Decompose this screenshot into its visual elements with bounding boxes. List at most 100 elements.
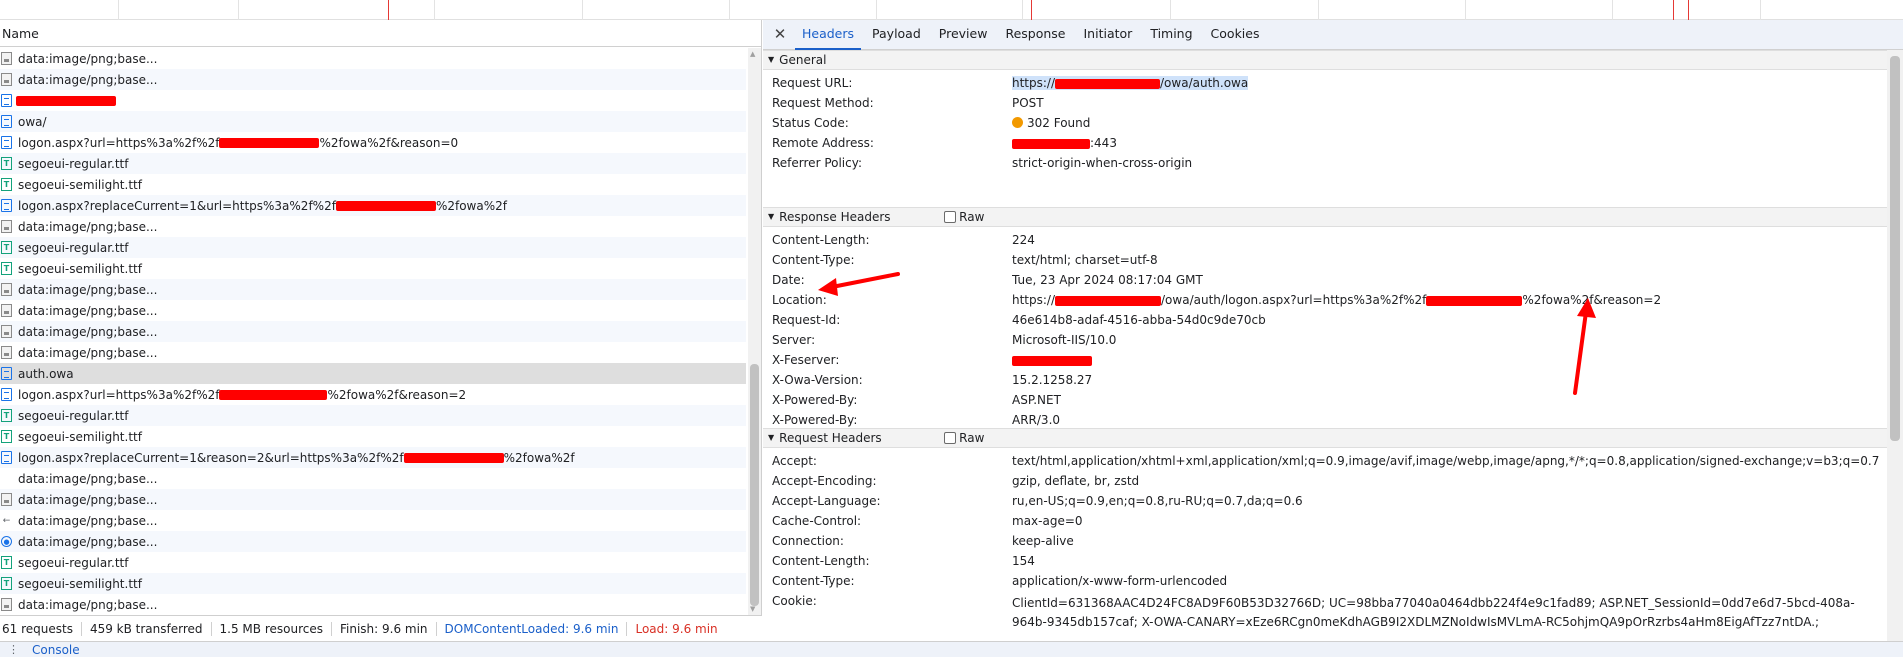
tab-response[interactable]: Response: [996, 19, 1074, 49]
network-timeline-overview[interactable]: [0, 0, 1903, 20]
request-row[interactable]: Tsegoeui-regular.ttf: [0, 405, 746, 426]
request-row[interactable]: Tsegoeui-semilight.ttf: [0, 174, 746, 195]
request-row[interactable]: [0, 90, 746, 111]
request-row[interactable]: data:image/png;base...: [0, 69, 746, 90]
request-url-value[interactable]: https:///owa/auth.owa: [1012, 76, 1249, 90]
font-file-icon: T: [1, 577, 12, 590]
request-name-suffix: %2fowa%2f: [503, 450, 575, 465]
request-row[interactable]: data:image/png;base...: [0, 300, 746, 321]
request-name: owa/: [18, 114, 47, 129]
collapse-triangle-icon: ▼: [768, 212, 775, 221]
redaction-mark: [219, 137, 320, 148]
timeline-gridline: [1612, 0, 1613, 20]
header-row: Connection: keep-alive: [763, 531, 1887, 551]
request-row[interactable]: Tsegoeui-semilight.ttf: [0, 573, 746, 594]
header-row: Cache-Control: max-age=0: [763, 511, 1887, 531]
header-key: X-Feserver:: [772, 353, 840, 367]
document-file-icon: [1, 94, 12, 107]
redaction-mark: [1012, 355, 1092, 366]
raw-checkbox[interactable]: [944, 211, 957, 223]
close-icon[interactable]: ✕: [767, 19, 793, 49]
header-value: 15.2.1258.27: [1012, 373, 1093, 387]
request-row[interactable]: Tsegoeui-semilight.ttf: [0, 426, 746, 447]
header-value: strict-origin-when-cross-origin: [1012, 156, 1193, 170]
request-row[interactable]: logon.aspx?replaceCurrent=1&reason=2&url…: [0, 447, 746, 468]
header-value: Microsoft-IIS/10.0: [1012, 333, 1117, 347]
request-row[interactable]: Tsegoeui-regular.ttf: [0, 237, 746, 258]
scrollbar-thumb[interactable]: [750, 364, 759, 606]
tab-preview[interactable]: Preview: [930, 19, 997, 49]
header-value: max-age=0: [1012, 514, 1083, 528]
request-row[interactable]: owa/: [0, 111, 746, 132]
response-headers-title: Response Headers: [779, 210, 891, 224]
timeline-gridline: [876, 0, 877, 20]
raw-checkbox[interactable]: [944, 432, 957, 444]
tab-payload[interactable]: Payload: [863, 19, 930, 49]
header-key: Status Code:: [772, 116, 849, 130]
request-row[interactable]: logon.aspx?url=https%3a%2f%2f %2fowa%2f&r…: [0, 132, 746, 153]
response-headers-section-header[interactable]: ▼ Response Headers Raw: [763, 207, 1887, 227]
request-row[interactable]: data:image/png;base...: [0, 342, 746, 363]
header-row: Server: Microsoft-IIS/10.0: [763, 330, 1887, 350]
raw-toggle[interactable]: Raw: [944, 428, 984, 448]
redaction-mark: [335, 200, 436, 211]
request-row[interactable]: ← data:image/png;base...: [0, 510, 746, 531]
header-row: Status Code: 302 Found: [763, 113, 1887, 133]
request-row[interactable]: Tsegoeui-regular.ttf: [0, 552, 746, 573]
tab-headers[interactable]: Headers: [793, 19, 863, 50]
header-row: Date: Tue, 23 Apr 2024 08:17:04 GMT: [763, 270, 1887, 290]
request-row[interactable]: logon.aspx?url=https%3a%2f%2f %2fowa%2f&r…: [0, 384, 746, 405]
scrollbar-thumb[interactable]: [1890, 56, 1900, 441]
header-value: gzip, deflate, br, zstd: [1012, 474, 1140, 488]
request-row[interactable]: data:image/png;base...: [0, 468, 746, 489]
font-file-icon: T: [1, 409, 12, 422]
request-row[interactable]: logon.aspx?replaceCurrent=1&url=https%3a…: [0, 195, 746, 216]
timeline-gridline: [1318, 0, 1319, 20]
tab-cookies[interactable]: Cookies: [1202, 19, 1269, 49]
header-key: X-Owa-Version:: [772, 373, 863, 387]
header-value: 224: [1012, 233, 1035, 247]
request-row[interactable]: ● data:image/png;base...: [0, 531, 746, 552]
drawer-menu-icon[interactable]: ⋮: [8, 643, 19, 656]
request-row[interactable]: data:image/png;base...: [0, 594, 746, 615]
collapse-triangle-icon: ▼: [768, 433, 775, 442]
request-row[interactable]: Tsegoeui-regular.ttf: [0, 153, 746, 174]
scroll-up-arrow-icon[interactable]: ▲: [750, 50, 755, 58]
request-row[interactable]: Tsegoeui-semilight.ttf: [0, 258, 746, 279]
request-name-suffix: %2fowa%2f&reason=2: [327, 387, 467, 402]
header-key: Server:: [772, 333, 816, 347]
image-file-icon: [1, 220, 12, 233]
header-key: Content-Type:: [772, 253, 855, 267]
dash-file-icon: ←: [2, 515, 11, 526]
tab-timing[interactable]: Timing: [1141, 19, 1201, 49]
header-key: Content-Length:: [772, 233, 870, 247]
request-row[interactable]: data:image/png;base...: [0, 279, 746, 300]
request-row[interactable]: auth.owa: [0, 363, 746, 384]
request-row[interactable]: data:image/png;base...: [0, 489, 746, 510]
request-row[interactable]: data:image/png;base...: [0, 321, 746, 342]
image-file-icon: [1, 598, 12, 611]
details-scrollbar[interactable]: [1887, 50, 1903, 641]
general-section-header[interactable]: ▼ General: [763, 50, 1887, 70]
header-key: Cache-Control:: [772, 514, 862, 528]
request-row[interactable]: data:image/png;base...: [0, 216, 746, 237]
request-row[interactable]: data:image/png;base...: [0, 48, 746, 69]
request-name: segoeui-regular.ttf: [18, 555, 129, 570]
request-name: auth.owa: [18, 366, 74, 381]
requests-count: 61 requests: [0, 621, 82, 636]
request-header-rows: Accept: text/html,application/xhtml+xml,a…: [763, 451, 1887, 632]
general-section-title: General: [779, 53, 827, 67]
redaction-mark: [1012, 138, 1090, 149]
request-headers-section-header[interactable]: ▼ Request Headers Raw: [763, 428, 1887, 448]
header-key: Remote Address:: [772, 136, 874, 150]
request-list-scrollbar[interactable]: ▲ ▼: [748, 48, 761, 615]
network-summary-bar: 61 requests 459 kB transferred 1.5 MB re…: [0, 615, 762, 641]
raw-toggle[interactable]: Raw: [944, 207, 984, 227]
request-name: data:image/png;base...: [18, 51, 158, 66]
name-column-header[interactable]: Name: [0, 20, 761, 47]
tab-console[interactable]: Console: [32, 643, 80, 657]
scroll-down-arrow-icon[interactable]: ▼: [750, 605, 755, 613]
tab-initiator[interactable]: Initiator: [1075, 19, 1142, 49]
document-file-icon: [1, 367, 12, 380]
request-name: data:image/png;base...: [18, 324, 158, 339]
